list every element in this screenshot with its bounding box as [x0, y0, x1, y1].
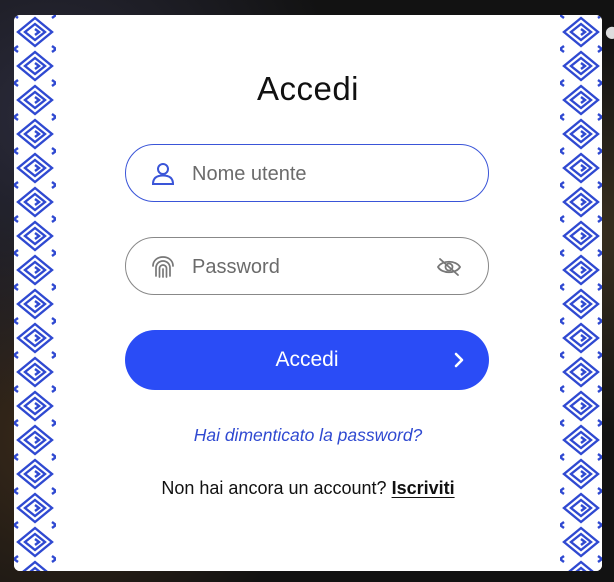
- login-modal: Accedi Nome utente Accedi Hai dimenticat…: [14, 15, 602, 571]
- login-button[interactable]: Accedi: [125, 330, 489, 390]
- username-field[interactable]: [125, 144, 489, 202]
- password-input[interactable]: [192, 252, 422, 282]
- forgot-password-link[interactable]: Hai dimenticato la password?: [56, 425, 560, 446]
- signup-prompt: Non hai ancora un account?: [161, 478, 387, 498]
- user-icon: [151, 163, 175, 185]
- login-form: Accedi Nome utente Accedi Hai dimenticat…: [56, 15, 560, 571]
- greek-key-border-right: [560, 15, 602, 571]
- signup-link[interactable]: Iscriviti: [392, 478, 455, 498]
- close-icon[interactable]: ●: [605, 22, 614, 41]
- username-input[interactable]: [192, 159, 422, 189]
- chevron-right-icon: [454, 352, 464, 368]
- login-button-label: Accedi: [275, 348, 339, 371]
- signup-row: Non hai ancora un account? Iscriviti: [56, 478, 560, 499]
- modal-title: Accedi: [256, 70, 360, 107]
- eye-off-icon[interactable]: [436, 256, 462, 278]
- fingerprint-icon: [152, 256, 174, 278]
- greek-key-border-left: [14, 15, 56, 571]
- password-field[interactable]: [125, 237, 489, 295]
